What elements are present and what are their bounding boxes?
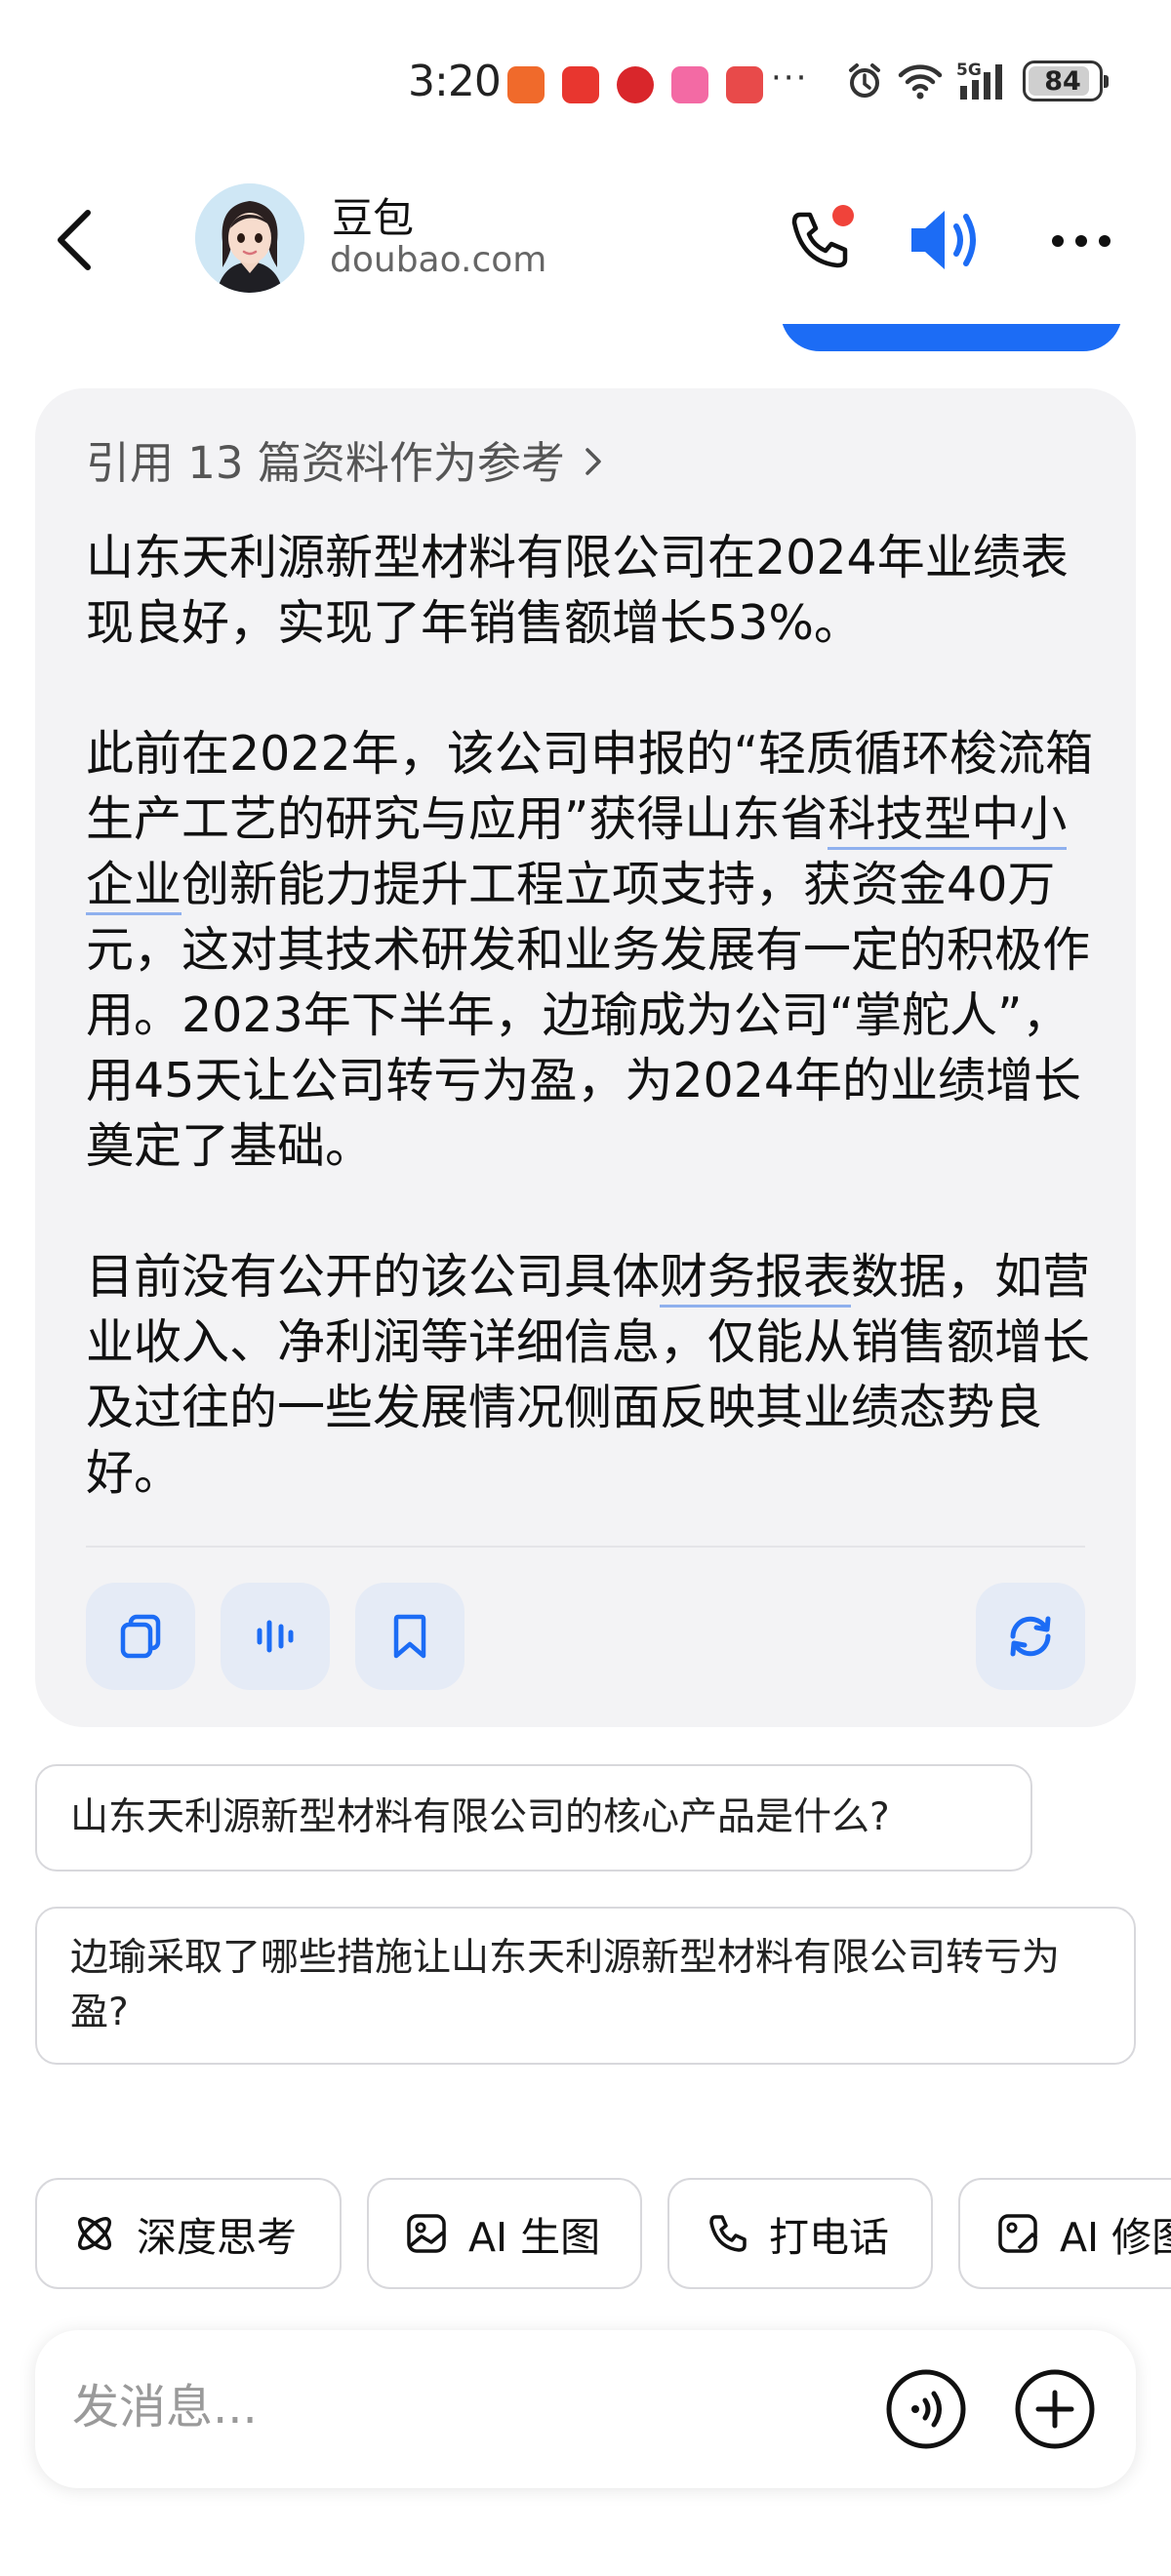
answer-text-span: 创新能力提升工程立项支持，获资金40万元，这对其技术研发和业务发展有一定的积极作… [86,857,1091,1174]
speaker-icon[interactable] [906,203,986,277]
atom-icon [78,2217,111,2250]
read-aloud-button[interactable] [221,1583,330,1690]
phone-call-label: 打电话 [769,2214,889,2261]
answer-paragraph-3: 目前没有公开的该公司具体财务报表数据，如营业收入、净利润等详细信息，仅能从销售额… [86,1244,1101,1506]
notification-app-icons [507,66,763,103]
phone-call-button[interactable]: 打电话 [667,2178,933,2289]
ai-image-label: AI 生图 [468,2214,601,2261]
references-label: 引用 13 篇资料作为参考 [86,437,565,489]
keyword-link[interactable]: 财务报表 [660,1249,852,1308]
answer-paragraph-1: 山东天利源新型材料有限公司在2024年业绩表现良好，实现了年销售额增长53%。 [86,530,1069,651]
phone-icon [709,2215,747,2252]
bookmark-icon [393,1614,426,1659]
reader-app-notification-icon [726,66,763,103]
suggested-question[interactable]: 边瑜采取了哪些措施让山东天利源新型材料有限公司转亏为盈? [35,1907,1136,2065]
battery-indicator: 84 [1023,60,1109,101]
deep-think-button[interactable]: 深度思考 [35,2178,342,2289]
bot-name: 豆包 [332,194,415,242]
answer-text-span: 目前没有公开的该公司具体 [86,1249,661,1305]
message-input[interactable] [72,2375,814,2439]
more-notifications-icon: ··· [771,59,809,98]
video-app-notification-icon [562,66,599,103]
bookmark-button[interactable] [355,1583,464,1690]
shopping-app-notification-icon [671,66,708,103]
ai-edit-button[interactable]: AI 修图 [958,2178,1171,2289]
status-indicators: 5G 84 [845,60,1109,101]
answer-paragraph-2: 此前在2022年，该公司申报的“轻质循环梭流箱生产工艺的研究与应用”获得山东省科… [86,721,1101,1179]
image-icon [407,2214,446,2253]
suggested-question[interactable]: 山东天利源新型材料有限公司的核心产品是什么? [35,1764,1032,1872]
divider [86,1546,1085,1548]
answer-text: 山东天利源新型材料有限公司在2024年业绩表现良好，实现了年销售额增长53%。 … [86,525,1101,1506]
voice-input-icon[interactable] [880,2363,972,2455]
alarm-icon [849,63,880,98]
references-link[interactable]: 引用 13 篇资料作为参考 [86,427,606,491]
bank-app-notification-icon [617,66,654,103]
copy-icon [120,1614,161,1659]
status-bar: 3:20 ··· 5G 84 [0,0,1171,166]
more-options-icon[interactable] [1044,217,1118,265]
status-time: 3:20 [408,57,502,106]
deep-think-label: 深度思考 [137,2214,297,2261]
feature-toolbar: 深度思考 AI 生图 打电话 AI 修图 [35,2178,1171,2293]
copy-button[interactable] [86,1583,195,1690]
add-icon[interactable] [1009,2363,1101,2455]
audio-wave-icon [257,1620,294,1653]
app-notification-icon [507,66,545,103]
chat-screen: 3:20 ··· 5G 84 豆包 doubao.com 引用 13 篇资料作为… [0,0,1171,2576]
regenerate-button[interactable] [976,1583,1085,1690]
image-edit-icon [998,2214,1038,2253]
chat-header: 豆包 doubao.com [0,166,1171,322]
cellular-signal-icon: 5G [956,60,1009,101]
message-composer [35,2330,1136,2488]
bot-domain: doubao.com [330,240,547,280]
answer-actions [86,1583,464,1690]
chevron-right-icon [586,447,601,475]
assistant-answer-card: 引用 13 篇资料作为参考 山东天利源新型材料有限公司在2024年业绩表现良好，… [35,388,1136,1727]
notification-dot [832,205,854,226]
battery-level: 84 [1044,65,1081,97]
wifi-icon [898,64,943,100]
refresh-icon [1010,1616,1051,1657]
back-icon[interactable] [39,201,107,279]
ai-image-button[interactable]: AI 生图 [367,2178,642,2289]
avatar[interactable] [195,183,304,293]
ai-edit-label: AI 修图 [1060,2214,1171,2261]
